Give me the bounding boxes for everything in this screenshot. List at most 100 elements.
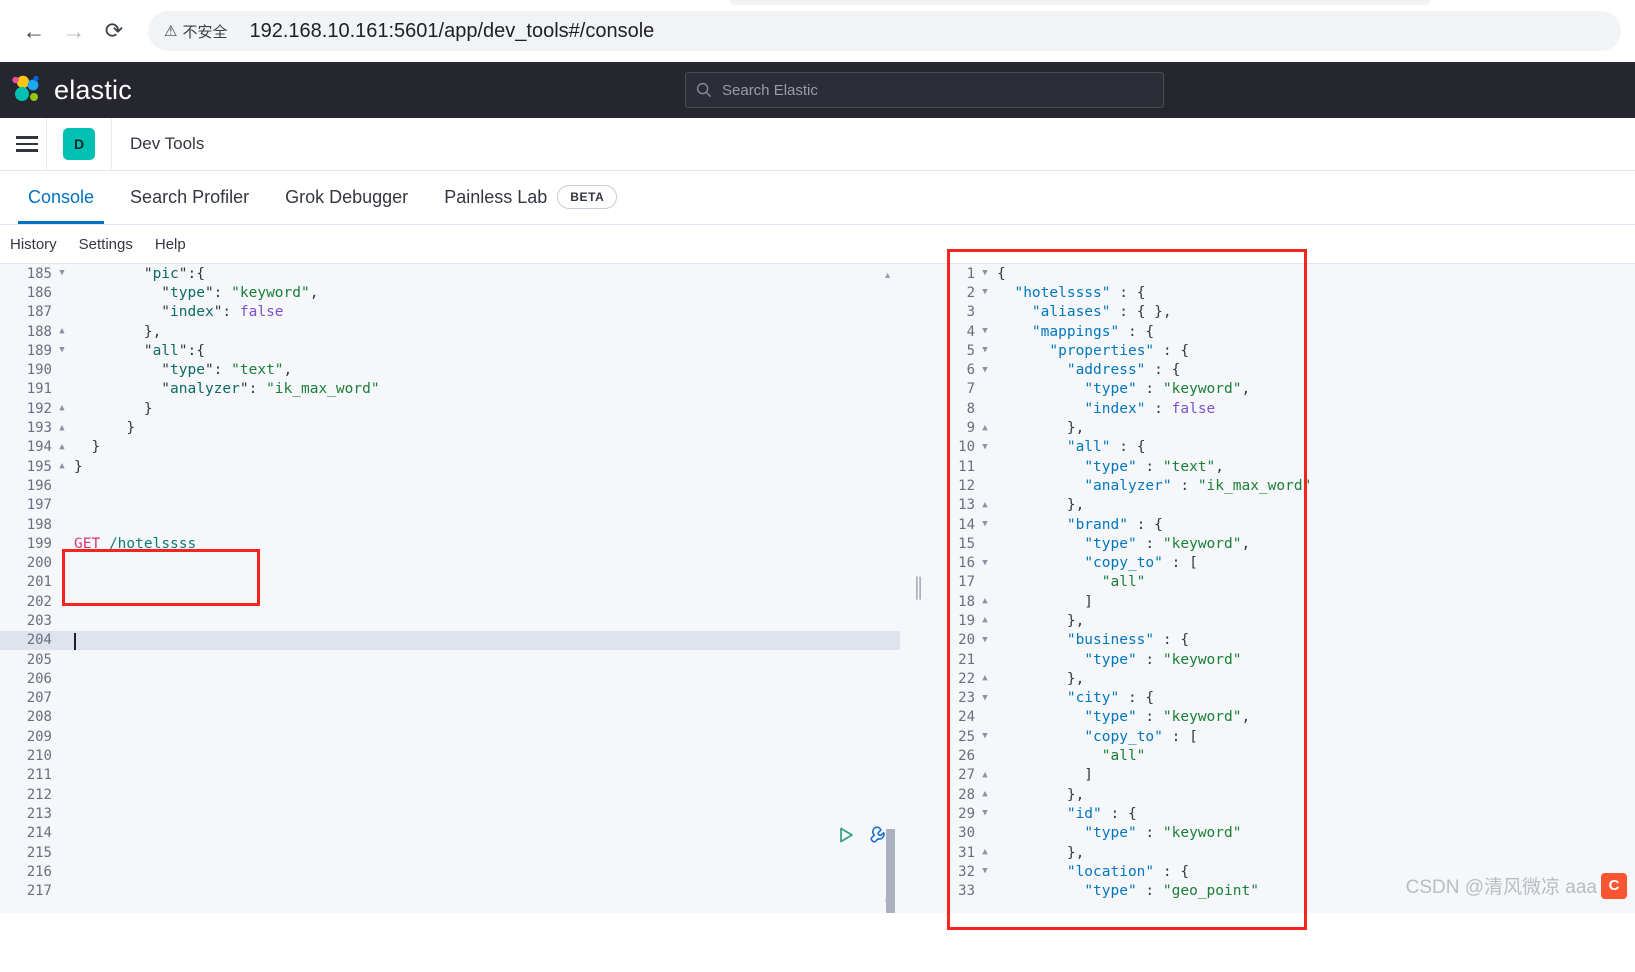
code-line[interactable]: 213 <box>0 804 900 823</box>
code-line[interactable]: 11 "type" : "text", <box>935 457 1635 476</box>
fold-close-icon[interactable]: ▲ <box>979 766 991 785</box>
code-line[interactable]: 26 "all" <box>935 746 1635 765</box>
code-line[interactable]: 18 ▲ ] <box>935 592 1635 611</box>
subnav-history[interactable]: History <box>10 236 57 253</box>
fold-close-icon[interactable]: ▲ <box>56 399 68 418</box>
site-security-chip[interactable]: ⚠ 不安全 <box>164 21 227 42</box>
code-line[interactable]: 185 ▼ "pic":{ <box>0 264 900 283</box>
code-line[interactable]: 195 ▲} <box>0 457 900 476</box>
code-line[interactable]: 192 ▲ } <box>0 399 900 418</box>
code-line[interactable]: 194 ▲ } <box>0 438 900 457</box>
code-line[interactable]: 10 ▼ "all" : { <box>935 438 1635 457</box>
request-editor-pane[interactable]: 185 ▼ "pic":{186 "type": "keyword", 187 "i… <box>0 264 900 913</box>
forward-button[interactable]: → <box>54 11 94 51</box>
code-line[interactable]: 187 "index": false <box>0 303 900 322</box>
fold-open-icon[interactable]: ▼ <box>56 264 68 283</box>
drag-handle-icon[interactable]: ║ <box>912 578 926 600</box>
hamburger-menu-icon[interactable] <box>0 136 46 152</box>
pane-splitter[interactable]: ║ <box>900 264 935 913</box>
code-line[interactable]: 2 ▼ "hotelssss" : { <box>935 283 1635 302</box>
code-line[interactable]: 211 <box>0 766 900 785</box>
code-line[interactable]: 205 <box>0 650 900 669</box>
wrench-icon[interactable] <box>868 824 890 846</box>
code-line[interactable]: 209 <box>0 727 900 746</box>
code-line[interactable]: 12 "analyzer" : "ik_max_word" <box>935 476 1635 495</box>
fold-close-icon[interactable]: ▲ <box>979 669 991 688</box>
code-line[interactable]: 17 "all" <box>935 573 1635 592</box>
scroll-up-arrow-icon[interactable]: ▲ <box>883 270 892 280</box>
response-pane[interactable]: 1 ▼{2 ▼ "hotelssss" : {3 "aliases" : { }, 4… <box>935 264 1635 913</box>
fold-open-icon[interactable]: ▼ <box>979 804 991 823</box>
code-line[interactable]: 196 <box>0 476 900 495</box>
fold-close-icon[interactable]: ▲ <box>979 843 991 862</box>
fold-close-icon[interactable]: ▲ <box>979 592 991 611</box>
code-line[interactable]: 188 ▲ }, <box>0 322 900 341</box>
elastic-home-link[interactable]: elastic <box>0 73 132 107</box>
code-line[interactable]: 4 ▼ "mappings" : { <box>935 322 1635 341</box>
code-line[interactable]: 31 ▲ }, <box>935 843 1635 862</box>
code-line[interactable]: 28 ▲ }, <box>935 785 1635 804</box>
tab-grok-debugger[interactable]: Grok Debugger <box>267 170 426 224</box>
code-line[interactable]: 214 <box>0 824 900 843</box>
code-line[interactable]: 197 <box>0 496 900 515</box>
code-line[interactable]: 193 ▲ } <box>0 418 900 437</box>
request-editor-rows[interactable]: 185 ▼ "pic":{186 "type": "keyword", 187 "i… <box>0 264 900 901</box>
code-line[interactable]: 25 ▼ "copy_to" : [ <box>935 727 1635 746</box>
code-line[interactable]: 186 "type": "keyword", <box>0 283 900 302</box>
fold-open-icon[interactable]: ▼ <box>979 554 991 573</box>
code-line[interactable]: 208 <box>0 708 900 727</box>
subnav-settings[interactable]: Settings <box>79 236 133 253</box>
code-line[interactable]: 199 GET /hotelssss <box>0 534 900 553</box>
code-line[interactable]: 204 <box>0 630 900 650</box>
fold-open-icon[interactable]: ▼ <box>979 341 991 360</box>
code-line[interactable]: 189 ▼ "all":{ <box>0 341 900 360</box>
code-line[interactable]: 212 <box>0 785 900 804</box>
code-line[interactable]: 1 ▼ { <box>935 264 1635 283</box>
code-line[interactable]: 30 "type" : "keyword" <box>935 824 1635 843</box>
fold-open-icon[interactable]: ▼ <box>979 264 991 283</box>
fold-close-icon[interactable]: ▲ <box>56 457 68 476</box>
tab-console[interactable]: Console <box>10 170 112 224</box>
subnav-help[interactable]: Help <box>155 236 186 253</box>
code-line[interactable]: 8 "index" : false <box>935 399 1635 418</box>
fold-open-icon[interactable]: ▼ <box>979 283 991 302</box>
fold-open-icon[interactable]: ▼ <box>979 727 991 746</box>
fold-open-icon[interactable]: ▼ <box>56 341 68 360</box>
code-line[interactable]: 215 <box>0 843 900 862</box>
fold-close-icon[interactable]: ▲ <box>979 419 991 438</box>
code-line[interactable]: 206 <box>0 669 900 688</box>
code-line[interactable]: 198 <box>0 515 900 534</box>
fold-open-icon[interactable]: ▼ <box>979 862 991 881</box>
address-bar[interactable]: ⚠ 不安全 192.168.10.161:5601/app/dev_tools#… <box>148 11 1621 51</box>
fold-close-icon[interactable]: ▲ <box>979 611 991 630</box>
reload-button[interactable]: ⟳ <box>94 11 134 51</box>
global-search-input[interactable]: Search Elastic <box>685 72 1164 108</box>
code-line[interactable]: 207 <box>0 689 900 708</box>
back-button[interactable]: ← <box>14 11 54 51</box>
code-line[interactable]: 5 ▼ "properties" : { <box>935 341 1635 360</box>
app-badge[interactable]: D <box>63 128 95 160</box>
fold-open-icon[interactable]: ▼ <box>979 689 991 708</box>
fold-open-icon[interactable]: ▼ <box>979 631 991 650</box>
code-line[interactable]: 19 ▲ }, <box>935 611 1635 630</box>
code-line[interactable]: 7 "type" : "keyword", <box>935 380 1635 399</box>
play-triangle-icon[interactable] <box>836 825 856 845</box>
code-line[interactable]: 23 ▼ "city" : { <box>935 689 1635 708</box>
code-line[interactable]: 20 ▼ "business" : { <box>935 631 1635 650</box>
fold-close-icon[interactable]: ▲ <box>56 438 68 457</box>
code-line[interactable]: 13 ▲ }, <box>935 496 1635 515</box>
code-line[interactable]: 200 <box>0 553 900 572</box>
code-line[interactable]: 201 <box>0 573 900 592</box>
tab-painless-lab[interactable]: Painless Lab BETA <box>426 170 635 224</box>
code-line[interactable]: 24 "type" : "keyword", <box>935 708 1635 727</box>
code-line[interactable]: 27 ▲ ] <box>935 766 1635 785</box>
fold-open-icon[interactable]: ▼ <box>979 515 991 534</box>
code-line[interactable]: 21 "type" : "keyword" <box>935 650 1635 669</box>
code-line[interactable]: 210 <box>0 746 900 765</box>
fold-close-icon[interactable]: ▲ <box>979 785 991 804</box>
code-line[interactable]: 217 <box>0 882 900 901</box>
fold-close-icon[interactable]: ▲ <box>56 419 68 438</box>
code-line[interactable]: 14 ▼ "brand" : { <box>935 515 1635 534</box>
code-line[interactable]: 216 <box>0 862 900 881</box>
fold-open-icon[interactable]: ▼ <box>979 361 991 380</box>
